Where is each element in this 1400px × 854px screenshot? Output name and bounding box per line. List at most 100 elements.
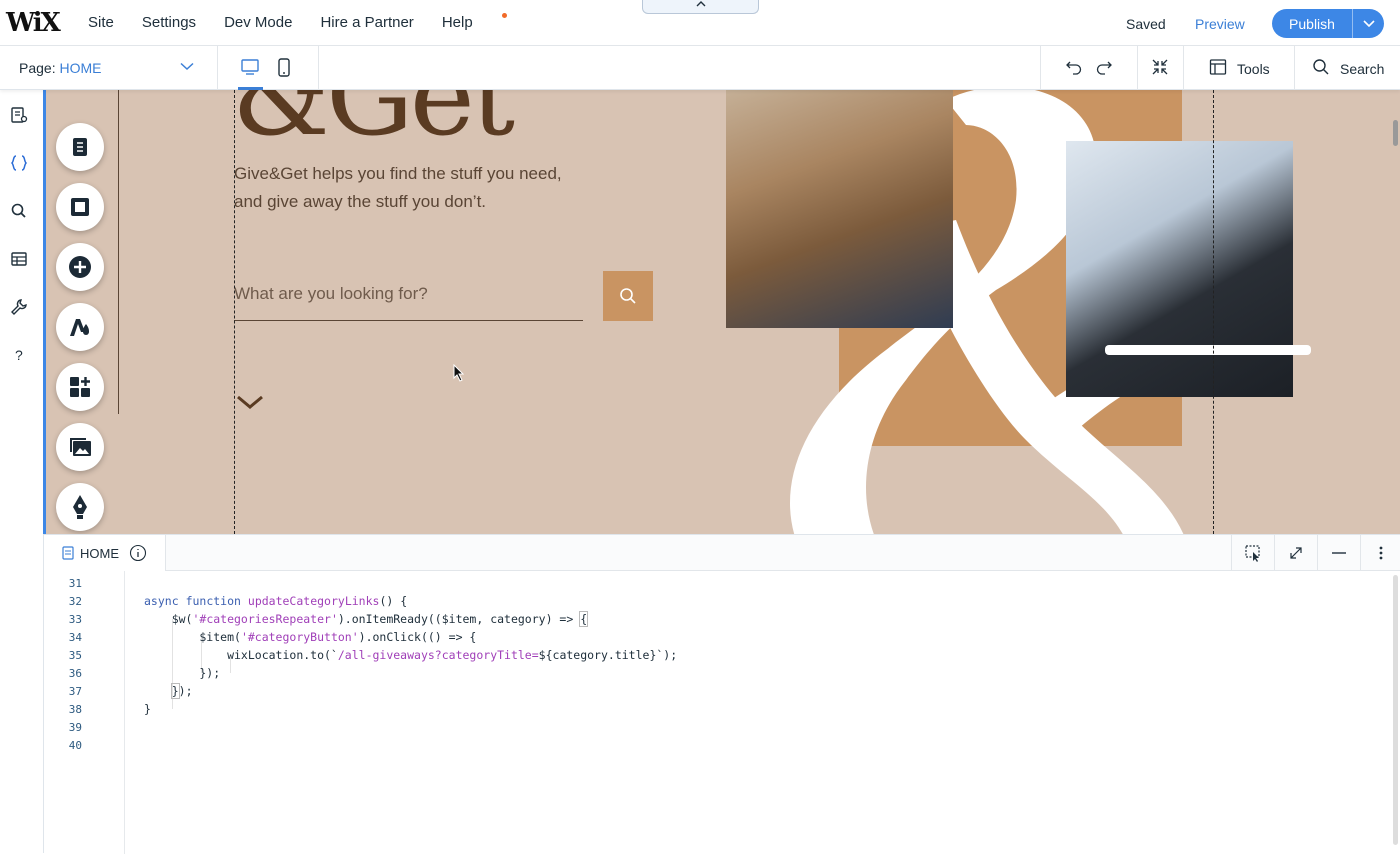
strip-icon [71, 198, 89, 216]
publish-label: Publish [1289, 15, 1335, 32]
chevron-down-icon[interactable] [180, 62, 194, 71]
code-tabs-bar: HOME [44, 535, 1400, 571]
nav-dev-mode[interactable]: Dev Mode [224, 14, 292, 31]
code-line: } [144, 702, 151, 716]
code-braces-icon[interactable] [10, 154, 28, 172]
more-options-button[interactable] [1360, 535, 1400, 571]
hero-tagline[interactable]: Give&Get helps you find the stuff you ne… [234, 160, 614, 216]
code-line: $item('#categoryButton').onClick(() => { [144, 630, 477, 644]
add-icon [69, 256, 91, 278]
publish-menu-button[interactable] [1353, 20, 1384, 27]
info-icon[interactable] [129, 544, 147, 562]
line-number: 37 [68, 685, 82, 698]
tagline-line-2: and give away the stuff you don’t. [234, 192, 487, 211]
design-icon [70, 319, 89, 336]
add-apps-button[interactable] [56, 363, 104, 411]
maximize-panel-button[interactable] [1274, 535, 1317, 571]
pages-menu-button[interactable] [56, 123, 104, 171]
search-icon[interactable] [10, 202, 28, 220]
divider [1294, 46, 1295, 90]
media-button[interactable] [56, 423, 104, 471]
main-nav: Site Settings Dev Mode Hire a Partner He… [88, 13, 529, 31]
saved-status: Saved [1126, 16, 1166, 32]
page-file-icon [62, 546, 74, 560]
help-icon[interactable]: ? [10, 346, 28, 364]
strip-divider [118, 90, 119, 414]
nav-site[interactable]: Site [88, 14, 114, 31]
person-image[interactable] [726, 90, 953, 328]
page-toolbar: Page: HOME Tools Search [0, 46, 1400, 90]
divider [217, 46, 218, 90]
line-number: 33 [68, 613, 82, 626]
wrench-icon[interactable] [10, 298, 28, 316]
editor-canvas[interactable]: &Get Give&Get helps you find the stuff y… [46, 90, 1400, 534]
line-number: 36 [68, 667, 82, 680]
line-number: 32 [68, 595, 82, 608]
strip-button[interactable] [56, 183, 104, 231]
tools-button[interactable]: Tools [1237, 61, 1270, 77]
canvas-scrollbar[interactable] [1393, 120, 1398, 146]
page-selector[interactable]: Page: HOME [19, 60, 101, 76]
nav-help[interactable]: Help [441, 13, 507, 31]
tab-home[interactable]: HOME [44, 535, 166, 571]
preview-button[interactable]: Preview [1195, 16, 1245, 32]
svg-text:?: ? [15, 347, 23, 363]
redo-icon[interactable] [1095, 58, 1113, 76]
divider [318, 46, 319, 90]
blog-button[interactable] [56, 483, 104, 531]
apps-add-icon [70, 377, 90, 397]
line-number: 35 [68, 649, 82, 662]
mobile-icon[interactable] [277, 58, 291, 78]
publish-button[interactable]: Publish [1272, 9, 1384, 38]
divider [1183, 46, 1184, 90]
page-name: HOME [59, 60, 102, 76]
database-icon[interactable] [10, 250, 28, 268]
search-icon[interactable] [1312, 58, 1330, 76]
chevron-down-icon[interactable] [236, 394, 264, 410]
minimize-icon [1332, 552, 1346, 554]
collapse-toolbar-button[interactable] [642, 0, 759, 14]
hero-title[interactable]: &Get [232, 90, 515, 160]
nav-hire-partner[interactable]: Hire a Partner [320, 14, 413, 31]
sewing-machine-image[interactable] [1066, 141, 1293, 397]
notification-dot [501, 13, 507, 18]
decorative-bar [1105, 345, 1311, 355]
wix-logo[interactable]: WiX [6, 8, 61, 38]
site-search-button[interactable] [603, 271, 653, 321]
media-icon [70, 438, 91, 456]
code-line: }); [144, 666, 221, 680]
site-search-input[interactable] [234, 270, 583, 318]
search-icon [620, 288, 636, 304]
pages-menu-icon [73, 138, 87, 156]
nav-settings[interactable]: Settings [142, 14, 196, 31]
line-number: 38 [68, 703, 82, 716]
code-line: }); [170, 683, 193, 699]
add-elements-button[interactable] [56, 243, 104, 291]
undo-icon[interactable] [1065, 58, 1083, 76]
gridline-right [1213, 90, 1214, 534]
chevron-down-icon [1362, 20, 1375, 27]
minimize-panel-button[interactable] [1317, 535, 1360, 571]
code-scrollbar[interactable] [1393, 575, 1398, 845]
desktop-icon[interactable] [240, 58, 260, 76]
design-button[interactable] [56, 303, 104, 351]
search-button[interactable]: Search [1340, 61, 1384, 77]
nav-help-label: Help [441, 14, 473, 31]
code-line: async function updateCategoryLinks() { [144, 594, 408, 608]
divider [1137, 46, 1138, 90]
select-element-icon [1245, 545, 1260, 562]
line-number: 39 [68, 721, 82, 734]
pen-icon [73, 495, 87, 519]
tab-home-label: HOME [80, 545, 119, 561]
top-bar: WiX Site Settings Dev Mode Hire a Partne… [0, 0, 1400, 46]
active-device-indicator [238, 87, 263, 90]
left-sidebar: ? [0, 90, 44, 853]
zoom-out-icon[interactable] [1151, 58, 1169, 76]
pages-icon[interactable] [10, 106, 28, 124]
expand-icon [1290, 547, 1302, 559]
site-search-field[interactable] [234, 270, 583, 321]
gridline-left [234, 90, 235, 534]
tools-icon[interactable] [1209, 58, 1227, 76]
mouse-cursor [453, 364, 465, 382]
select-element-button[interactable] [1231, 535, 1274, 571]
